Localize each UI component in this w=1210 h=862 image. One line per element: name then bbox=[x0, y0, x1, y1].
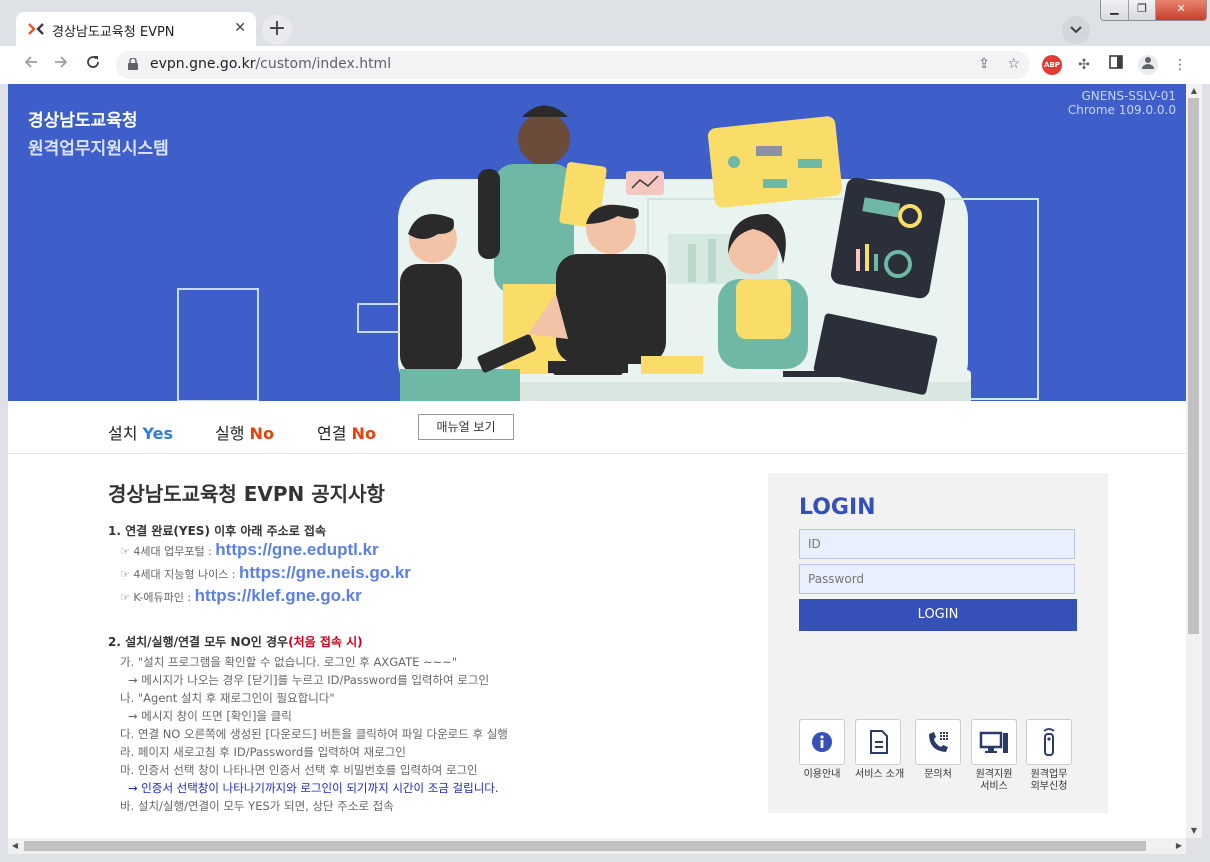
profile-icon[interactable] bbox=[1138, 55, 1158, 75]
browser-tab[interactable]: 경상남도교육청 EVPN ✕ bbox=[16, 12, 256, 46]
klef-link[interactable]: https://klef.gne.go.kr bbox=[195, 586, 362, 605]
phone-icon bbox=[915, 719, 961, 765]
notice-line-d: 라. 페이지 새로고침 후 ID/Password를 입력하여 재로그인 bbox=[120, 745, 406, 759]
run-label: 실행 bbox=[215, 424, 245, 443]
link-row-neis: ☞ 4세대 지능형 나이스 : https://gne.neis.go.kr bbox=[120, 563, 411, 582]
restore-icon[interactable]: ❐ bbox=[1128, 0, 1157, 20]
site-favicon-icon bbox=[28, 23, 44, 35]
notice-item-2: 2. 설치/실행/연결 모두 NO인 경우(처음 접속 시) bbox=[108, 635, 363, 649]
link-row-klef: ☞ K-에듀파인 : https://klef.gne.go.kr bbox=[120, 586, 362, 605]
service-external-apply[interactable]: 원격업무 외부신청 bbox=[1026, 719, 1072, 793]
vertical-scrollbar[interactable]: ▲ ▼ bbox=[1186, 84, 1202, 838]
manual-button[interactable]: 매뉴얼 보기 bbox=[418, 414, 514, 440]
tab-search-chevron-icon[interactable] bbox=[1062, 16, 1090, 44]
computer-icon bbox=[971, 719, 1017, 765]
back-icon[interactable] bbox=[20, 54, 42, 76]
tab-strip: 경상남도교육청 EVPN ✕ + ▁ ❐ ✕ bbox=[0, 0, 1210, 46]
notice-line-e-sub: → 인증서 선택창이 나타나기까지와 로그인이 되기까지 시간이 조금 걸립니다… bbox=[128, 781, 499, 795]
scroll-right-icon[interactable]: ▶ bbox=[1172, 838, 1186, 854]
window-controls: ▁ ❐ ✕ bbox=[1100, 0, 1207, 21]
vertical-scroll-thumb[interactable] bbox=[1188, 98, 1199, 634]
connect-label: 연결 bbox=[317, 424, 347, 443]
reload-icon[interactable] bbox=[82, 54, 104, 76]
neis-link[interactable]: https://gne.neis.go.kr bbox=[239, 563, 411, 582]
notice-line-f: 바. 설치/실행/연결이 모두 YES가 되면, 상단 주소로 접속 bbox=[120, 799, 394, 813]
status-bar: 설치 Yes 실행 No 연결 No 매뉴얼 보기 bbox=[8, 401, 1186, 454]
horizontal-scroll-thumb[interactable] bbox=[24, 841, 1146, 851]
browser-toolbar: evpn.gne.go.kr/custom/index.html ⇪ ☆ ABP… bbox=[0, 46, 1210, 85]
system-name: 원격업무지원시스템 bbox=[28, 139, 169, 159]
new-tab-button[interactable]: + bbox=[262, 15, 292, 45]
page-viewport: 경상남도교육청 원격업무지원시스템 GNENS-SSLV-01 Chrome 1… bbox=[8, 84, 1186, 838]
server-id: GNENS-SSLV-01 bbox=[1081, 89, 1177, 103]
menu-icon[interactable]: ⋮ bbox=[1170, 55, 1190, 75]
tab-close-icon[interactable]: ✕ bbox=[234, 20, 246, 36]
star-icon[interactable]: ☆ bbox=[1007, 56, 1020, 72]
lock-icon bbox=[128, 58, 138, 70]
notice-line-a: 가. "설치 프로그램을 확인할 수 없습니다. 로그인 후 AXGATE ~~… bbox=[120, 655, 458, 669]
notice-line-a-sub: → 메시지가 나오는 경우 [닫기]를 누르고 ID/Password를 입력하… bbox=[128, 673, 490, 687]
document-icon bbox=[855, 719, 901, 765]
tab-title: 경상남도교육청 EVPN bbox=[52, 25, 175, 40]
org-name: 경상남도교육청 bbox=[28, 111, 138, 131]
share-icon[interactable]: ⇪ bbox=[978, 56, 990, 72]
run-status: 실행 No bbox=[215, 420, 274, 444]
notice-line-b-sub: → 메시지 창이 뜨면 [확인]을 클릭 bbox=[128, 709, 292, 723]
extensions-icon[interactable]: ✣ bbox=[1074, 55, 1094, 75]
notice-line-b: 나. "Agent 설치 후 재로그인이 필요합니다" bbox=[120, 691, 335, 705]
scroll-down-icon[interactable]: ▼ bbox=[1186, 824, 1202, 838]
notice-title: 경상남도교육청 EVPN 공지사항 bbox=[108, 482, 385, 506]
eduptl-link[interactable]: https://gne.eduptl.kr bbox=[215, 540, 378, 559]
adblock-icon[interactable]: ABP bbox=[1042, 55, 1062, 75]
horizontal-scrollbar[interactable]: ◀ ▶ bbox=[8, 838, 1186, 854]
scroll-left-icon[interactable]: ◀ bbox=[8, 838, 22, 854]
banner-illustration bbox=[177, 105, 1039, 401]
url-text: evpn.gne.go.kr/custom/index.html bbox=[150, 56, 392, 72]
notice-line-e: 마. 인증서 선택 창이 나타나면 인증서 선택 후 비밀번호를 입력하여 로그… bbox=[120, 763, 478, 777]
login-panel: LOGIN ID Password LOGIN 이용안내 서비스 소개 문의처 … bbox=[768, 473, 1108, 813]
minimize-icon[interactable]: ▁ bbox=[1101, 0, 1129, 20]
install-label: 설치 bbox=[108, 424, 138, 443]
sidepanel-icon[interactable] bbox=[1106, 55, 1126, 75]
browser-window: 경상남도교육청 EVPN ✕ + ▁ ❐ ✕ evpn.gne.go.kr/cu… bbox=[0, 0, 1210, 862]
forward-icon[interactable] bbox=[50, 54, 72, 76]
browser-version: Chrome 109.0.0.0 bbox=[1067, 103, 1176, 117]
id-input[interactable]: ID bbox=[799, 529, 1075, 559]
service-contact[interactable]: 문의처 bbox=[915, 719, 961, 781]
version-info: GNENS-SSLV-01 Chrome 109.0.0.0 bbox=[1068, 89, 1176, 117]
info-icon bbox=[799, 719, 845, 765]
login-title: LOGIN bbox=[799, 495, 876, 520]
link-row-eduptl: ☞ 4세대 업무포털 : https://gne.eduptl.kr bbox=[120, 540, 379, 559]
notice-item-1: 1. 연결 완료(YES) 이후 아래 주소로 접속 bbox=[108, 524, 326, 538]
install-value: Yes bbox=[142, 424, 174, 443]
password-input[interactable]: Password bbox=[799, 564, 1075, 594]
connect-status: 연결 No bbox=[317, 420, 376, 444]
close-window-icon[interactable]: ✕ bbox=[1156, 0, 1206, 20]
connect-value: No bbox=[351, 424, 376, 443]
login-button[interactable]: LOGIN bbox=[799, 599, 1077, 631]
service-guide[interactable]: 이용안내 bbox=[799, 719, 845, 781]
run-value: No bbox=[249, 424, 274, 443]
service-intro[interactable]: 서비스 소개 bbox=[855, 719, 904, 781]
scroll-up-icon[interactable]: ▲ bbox=[1186, 84, 1202, 98]
hero-banner: 경상남도교육청 원격업무지원시스템 GNENS-SSLV-01 Chrome 1… bbox=[8, 84, 1186, 401]
service-remote-support[interactable]: 원격지원 서비스 bbox=[971, 719, 1017, 793]
notice-line-c: 다. 연결 NO 오른쪽에 생성된 [다운로드] 버튼을 클릭하여 파일 다운로… bbox=[120, 727, 508, 741]
remote-control-icon bbox=[1026, 719, 1072, 765]
address-bar[interactable]: evpn.gne.go.kr/custom/index.html ⇪ ☆ bbox=[116, 51, 1030, 79]
install-status: 설치 Yes bbox=[108, 420, 173, 444]
